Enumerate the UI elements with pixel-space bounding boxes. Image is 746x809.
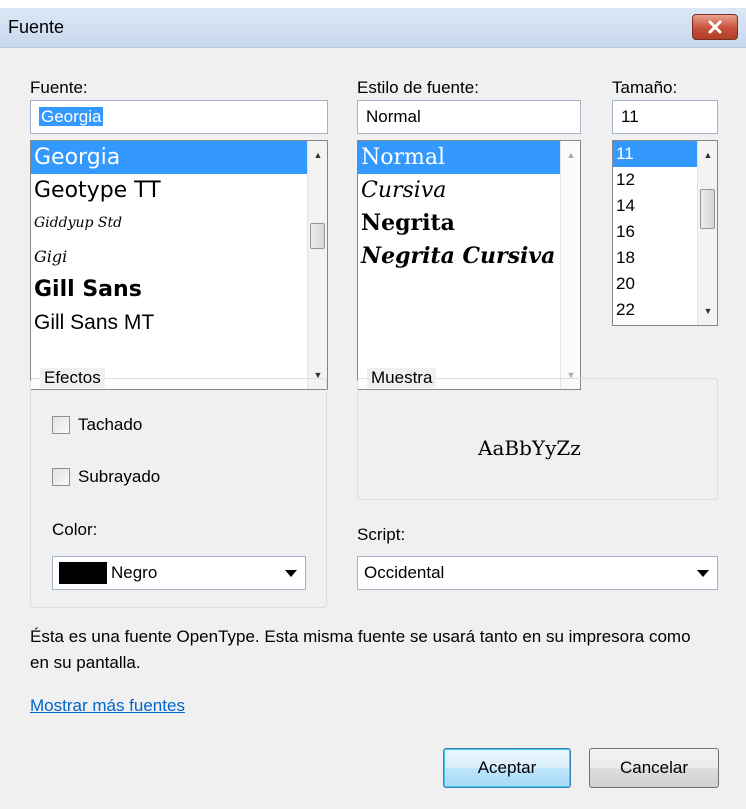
scroll-up-arrow-icon[interactable]: ▲ — [308, 145, 327, 165]
color-value: Negro — [111, 563, 158, 582]
scroll-thumb[interactable] — [310, 223, 325, 249]
effects-title: Efectos — [40, 368, 105, 388]
underline-label: Subrayado — [78, 467, 161, 486]
size-input[interactable]: 11 — [612, 100, 718, 134]
close-icon — [708, 20, 722, 34]
style-label: Estilo de fuente: — [357, 78, 479, 97]
style-input[interactable]: Normal — [357, 100, 581, 134]
size-list-item[interactable]: 11 — [613, 141, 697, 167]
style-list[interactable]: Normal Cursiva Negrita Negrita Cursiva ▲ ▼ — [357, 140, 581, 390]
color-swatch — [59, 562, 107, 584]
script-label: Script: — [357, 525, 406, 544]
size-list-scrollbar[interactable]: ▲ ▼ — [697, 141, 717, 325]
strikethrough-option[interactable]: Tachado — [52, 415, 142, 435]
font-list-item[interactable]: Giddyup Std — [31, 207, 307, 240]
script-value: Occidental — [364, 563, 445, 582]
cancel-button[interactable]: Cancelar — [589, 748, 719, 788]
font-list-item[interactable]: Georgia — [31, 141, 307, 174]
font-input[interactable]: Georgia — [30, 100, 328, 134]
scroll-up-arrow-icon[interactable]: ▲ — [698, 145, 717, 165]
scroll-thumb[interactable] — [700, 189, 715, 229]
font-input-value: Georgia — [39, 107, 104, 126]
close-button[interactable] — [692, 14, 738, 40]
underline-checkbox[interactable] — [52, 468, 70, 486]
font-list-item[interactable]: Gill Sans — [31, 273, 307, 306]
chevron-down-icon — [697, 570, 709, 577]
underline-option[interactable]: Subrayado — [52, 467, 160, 487]
size-list-item[interactable]: 18 — [613, 245, 697, 271]
color-select[interactable]: Negro — [52, 556, 306, 590]
font-list[interactable]: Georgia Geotype TT Giddyup Std Gigi Gill San… — [30, 140, 328, 390]
style-list-item[interactable]: Negrita Cursiva — [358, 240, 560, 273]
size-list-item[interactable]: 12 — [613, 167, 697, 193]
size-label: Tamaño: — [612, 78, 678, 97]
title-bar: Fuente — [0, 8, 746, 48]
style-list-item[interactable]: Cursiva — [358, 174, 560, 207]
scroll-up-arrow-icon[interactable]: ▲ — [561, 145, 580, 165]
scroll-down-arrow-icon[interactable]: ▼ — [698, 301, 717, 321]
font-list-item[interactable]: Gigi — [31, 240, 307, 273]
size-list-item[interactable]: 22 — [613, 297, 697, 323]
window-title: Fuente — [8, 17, 65, 37]
strikethrough-label: Tachado — [78, 415, 143, 434]
style-list-scrollbar[interactable]: ▲ ▼ — [560, 141, 580, 389]
sample-title: Muestra — [367, 368, 437, 388]
chevron-down-icon — [285, 570, 297, 577]
size-input-value: 11 — [621, 107, 639, 126]
more-fonts-link[interactable]: Mostrar más fuentes — [30, 696, 185, 716]
style-input-value: Normal — [366, 107, 421, 126]
style-list-item[interactable]: Negrita — [358, 207, 560, 240]
ok-button[interactable]: Aceptar — [443, 748, 571, 788]
strikethrough-checkbox[interactable] — [52, 416, 70, 434]
font-description: Ésta es una fuente OpenType. Esta misma … — [30, 627, 691, 672]
font-list-item[interactable]: Gill Sans MT — [31, 306, 307, 339]
color-label: Color: — [52, 520, 98, 539]
size-list-item[interactable]: 16 — [613, 219, 697, 245]
sample-preview: AaBbYyZz — [478, 436, 581, 460]
font-label: Fuente: — [30, 78, 88, 97]
size-list[interactable]: 11 12 14 16 18 20 22 ▲ ▼ — [612, 140, 718, 326]
script-select[interactable]: Occidental — [357, 556, 718, 590]
style-list-item[interactable]: Normal — [358, 141, 560, 174]
size-list-item[interactable]: 20 — [613, 271, 697, 297]
size-list-item[interactable]: 14 — [613, 193, 697, 219]
dialog-body: Fuente: Georgia Georgia Geotype TT Giddyup… — [0, 48, 746, 809]
font-list-item[interactable]: Geotype TT — [31, 174, 307, 207]
font-list-scrollbar[interactable]: ▲ ▼ — [307, 141, 327, 389]
